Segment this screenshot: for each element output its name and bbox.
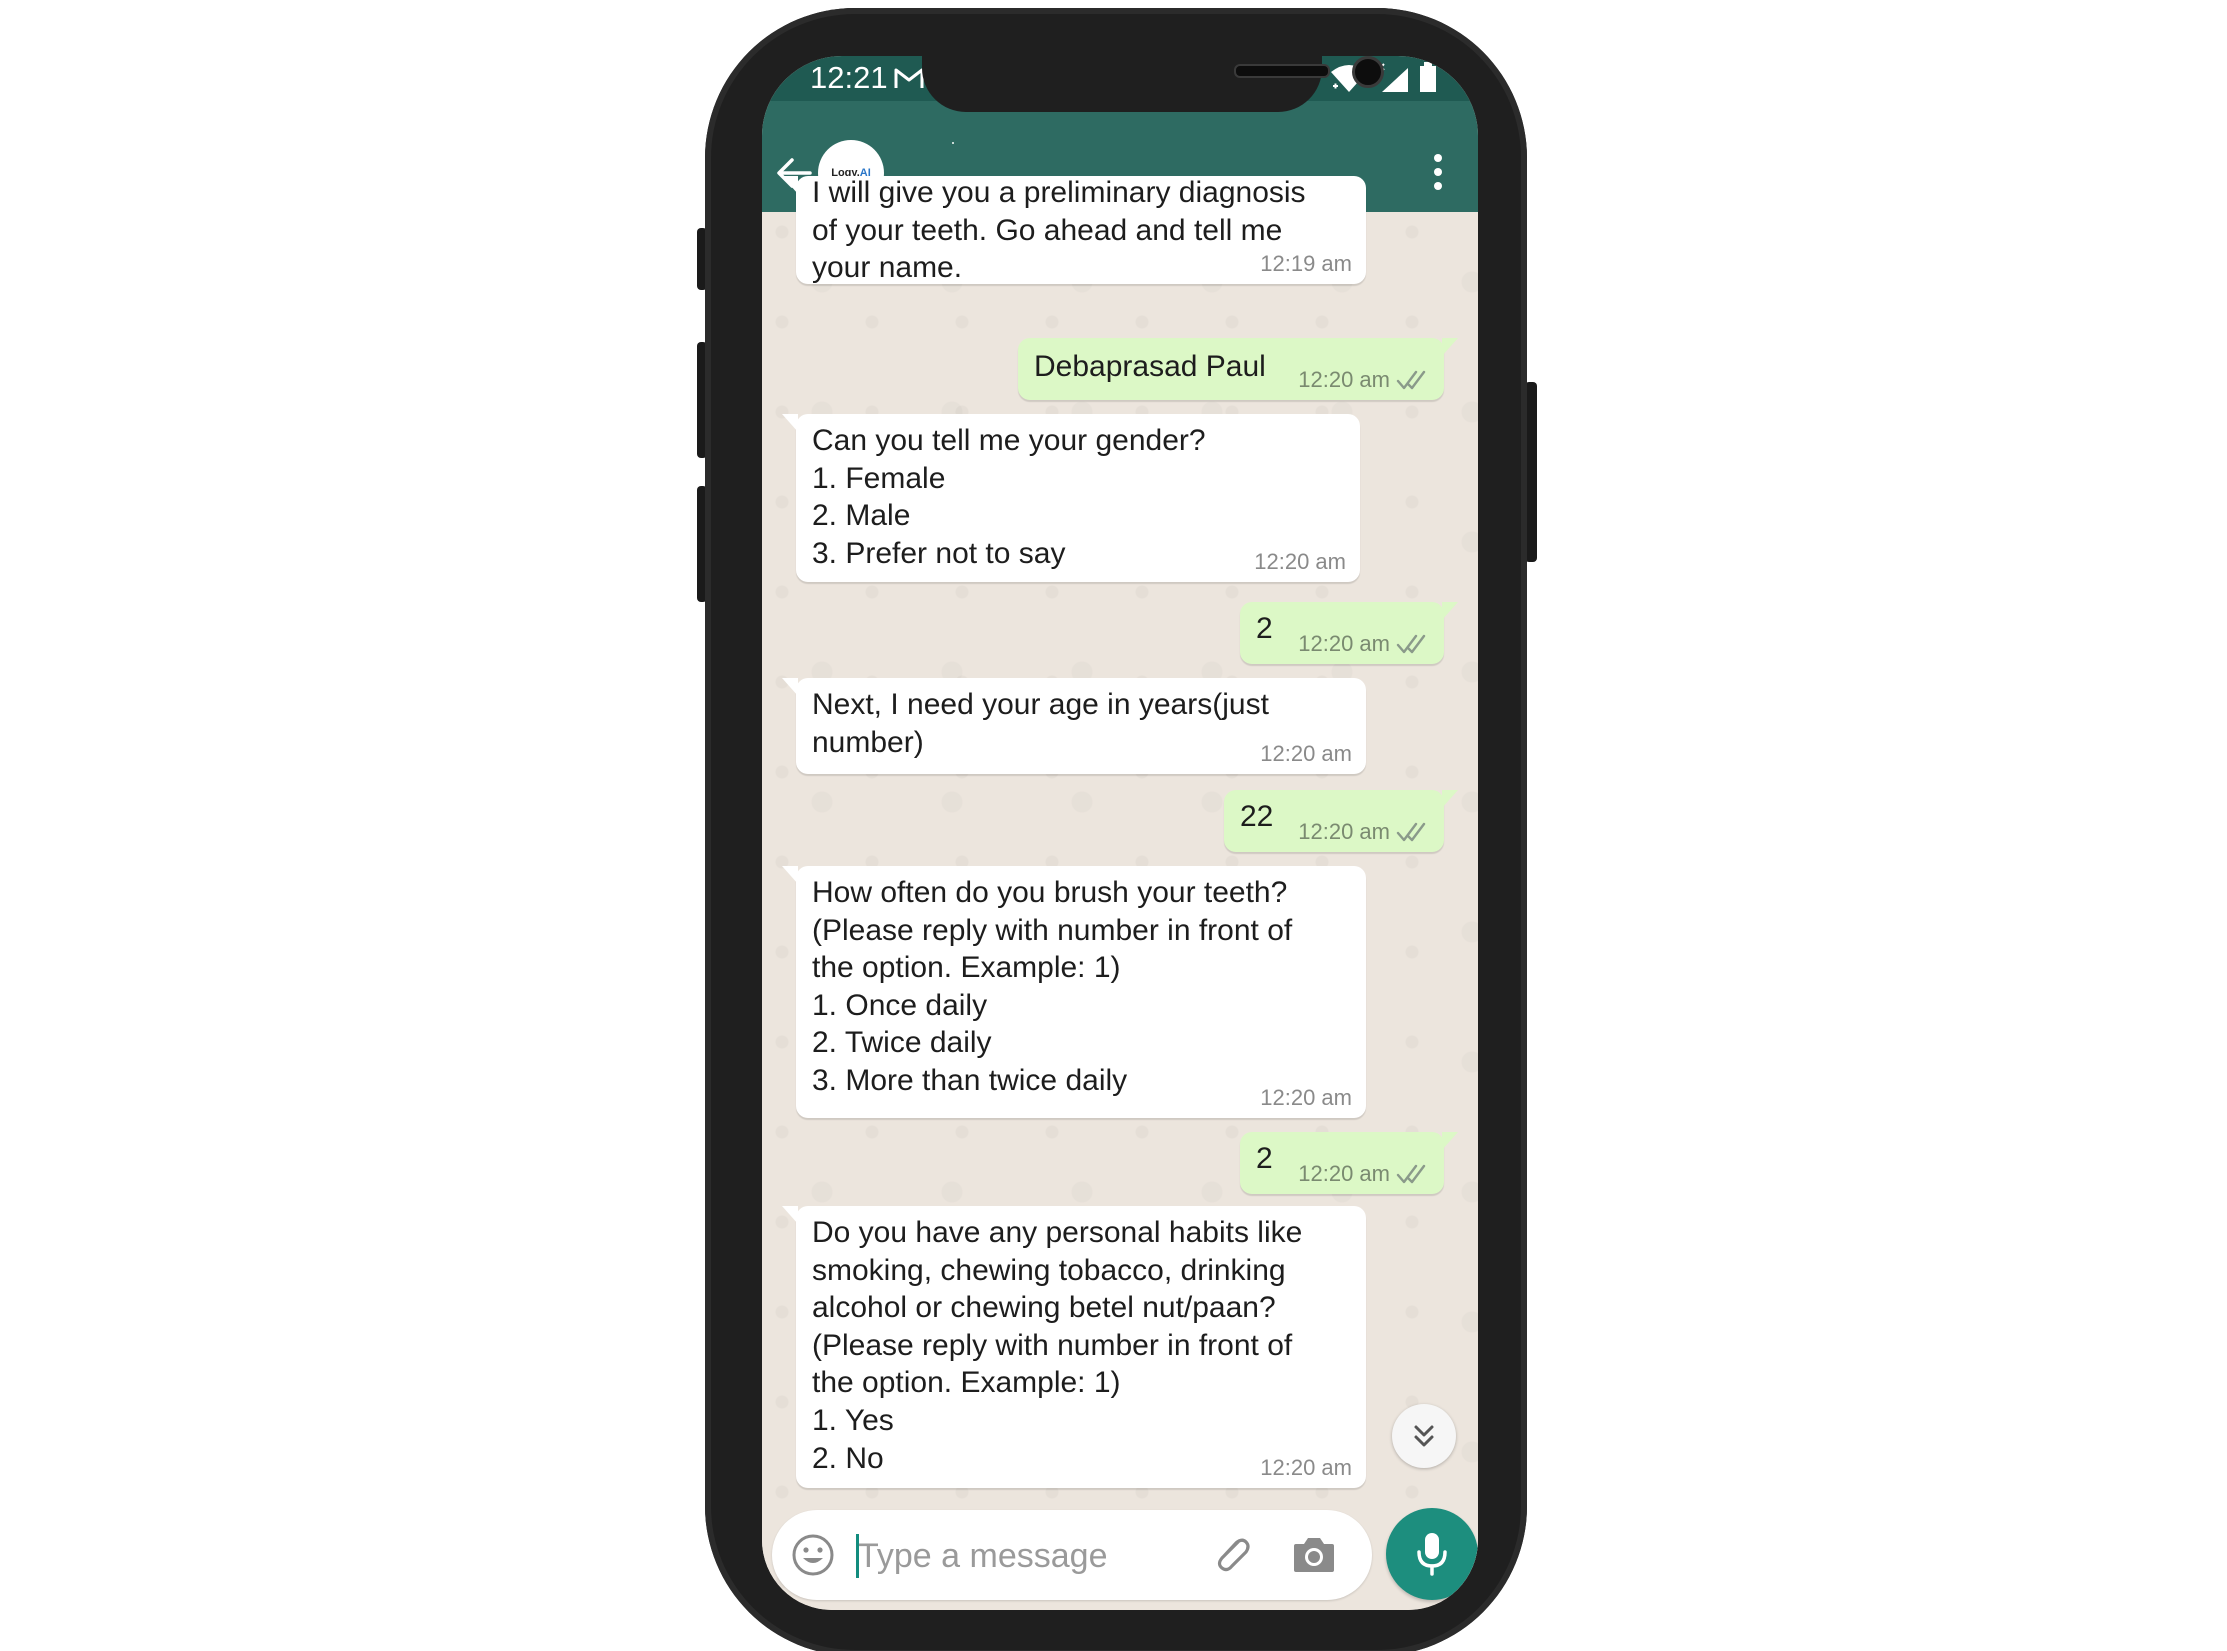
message-time: 12:20 am bbox=[1298, 367, 1390, 392]
message-bubble-outgoing[interactable]: Debaprasad Paul 12:20 am bbox=[1018, 338, 1458, 400]
message-bubble-incoming[interactable]: Can you tell me your gender? 1. Female 2… bbox=[782, 414, 1360, 582]
phone-notch bbox=[922, 56, 1384, 112]
camera-icon[interactable] bbox=[1290, 1532, 1338, 1576]
message-bubble-incoming[interactable]: Next, I need your age in years(just numb… bbox=[782, 678, 1366, 774]
message-bubble-outgoing[interactable]: 22 12:20 am bbox=[1224, 790, 1458, 852]
message-time: 12:20 am bbox=[1260, 741, 1352, 766]
message-time: 12:20 am bbox=[1260, 1455, 1352, 1480]
message-composer bbox=[772, 1510, 1372, 1600]
message-bubble-incoming[interactable]: Do you have any personal habits like smo… bbox=[782, 1206, 1366, 1488]
battery-icon bbox=[1420, 62, 1436, 92]
text-cursor bbox=[856, 1534, 859, 1578]
earpiece-speaker bbox=[1234, 64, 1330, 78]
message-text: 22 bbox=[1240, 800, 1274, 833]
message-text: I will give you a preliminary diagnosis … bbox=[812, 176, 1306, 285]
message-time: 12:20 am bbox=[1254, 549, 1346, 574]
message-text: Can you tell me your gender? 1. Female 2… bbox=[812, 424, 1206, 570]
message-bubble-incoming[interactable]: I will give you a preliminary diagnosis … bbox=[782, 176, 1366, 285]
message-bubble-outgoing[interactable]: 2 12:20 am bbox=[1240, 1132, 1458, 1194]
phone-screen: 12:21 Logy. AI I will give you a prelimi… bbox=[762, 56, 1478, 1610]
message-text: 2 bbox=[1256, 1142, 1273, 1175]
scroll-to-bottom-button[interactable] bbox=[1392, 1404, 1456, 1468]
double-chevron-down-icon bbox=[1414, 1425, 1434, 1447]
emoji-icon[interactable] bbox=[790, 1532, 836, 1578]
mockup-stage: 12:21 Logy. AI I will give you a prelimi… bbox=[0, 0, 2227, 1651]
message-input[interactable] bbox=[856, 1524, 1190, 1588]
message-text: How often do you brush your teeth? (Plea… bbox=[812, 876, 1293, 1097]
microphone-icon bbox=[1417, 1533, 1447, 1576]
gmail-icon bbox=[894, 68, 924, 88]
status-time: 12:21 bbox=[810, 60, 888, 95]
read-ticks-icon bbox=[1396, 370, 1426, 390]
front-camera bbox=[1352, 56, 1384, 88]
read-ticks-icon bbox=[1396, 1164, 1426, 1184]
message-text: Do you have any personal habits like smo… bbox=[812, 1216, 1303, 1475]
message-time: 12:20 am bbox=[1298, 819, 1390, 844]
message-bubble-incoming[interactable]: How often do you brush your teeth? (Plea… bbox=[782, 866, 1366, 1118]
message-time: 12:19 am bbox=[1260, 251, 1352, 276]
message-text: Next, I need your age in years(just numb… bbox=[812, 688, 1269, 759]
status-icons bbox=[1329, 62, 1438, 96]
read-ticks-icon bbox=[1396, 822, 1426, 842]
read-ticks-icon bbox=[1396, 634, 1426, 654]
message-text: 2 bbox=[1256, 612, 1273, 645]
more-vertical-icon[interactable] bbox=[1428, 152, 1448, 192]
message-text: Debaprasad Paul bbox=[1034, 350, 1266, 383]
message-bubble-outgoing[interactable]: 2 12:20 am bbox=[1240, 602, 1458, 664]
paperclip-icon[interactable] bbox=[1208, 1530, 1256, 1578]
message-time: 12:20 am bbox=[1298, 1161, 1390, 1186]
microphone-button[interactable] bbox=[1386, 1508, 1478, 1600]
contact-name-placeholder[interactable] bbox=[952, 142, 954, 144]
message-time: 12:20 am bbox=[1298, 631, 1390, 656]
message-time: 12:20 am bbox=[1260, 1085, 1352, 1110]
